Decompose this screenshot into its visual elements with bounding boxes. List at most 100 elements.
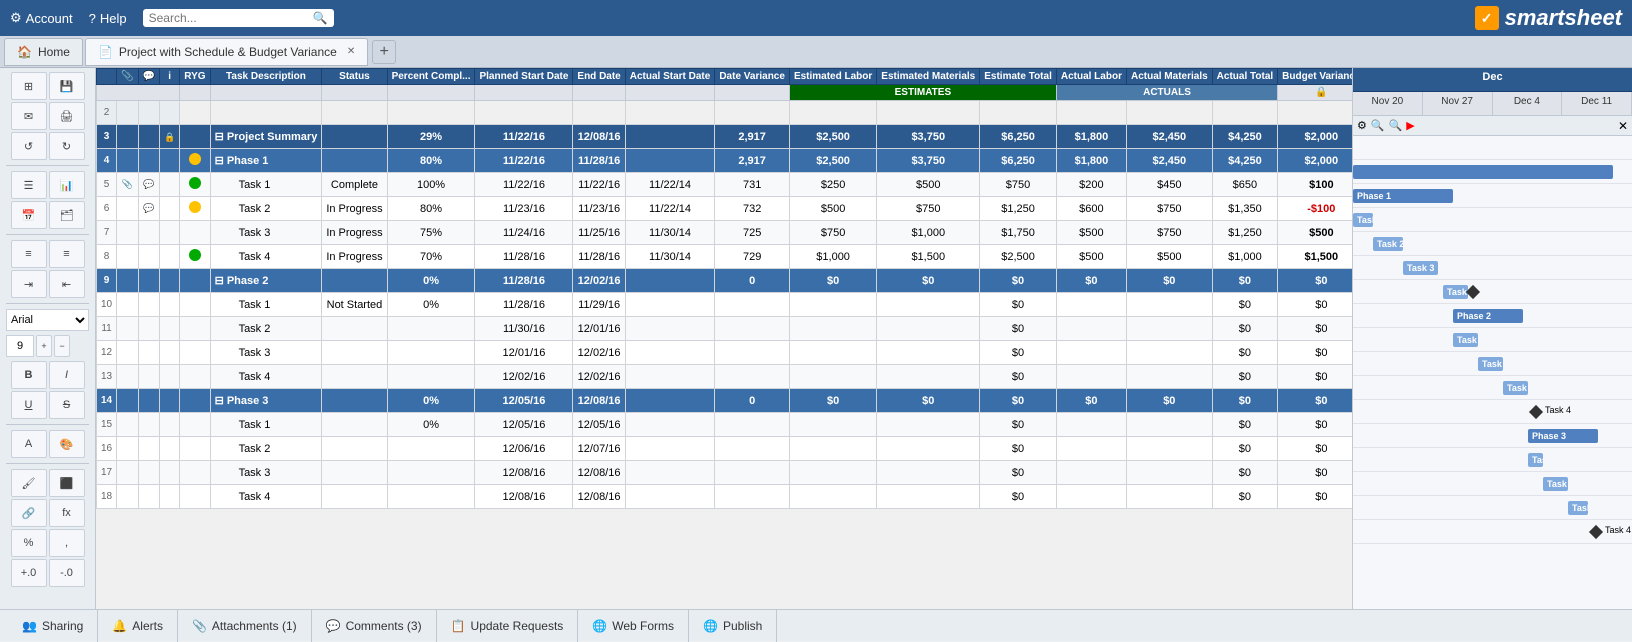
publish-tab[interactable]: 🌐 Publish: [689, 610, 777, 642]
row-task-desc[interactable]: Task 2: [210, 437, 322, 461]
fill-button[interactable]: ⬛: [49, 469, 85, 497]
paint-brush-button[interactable]: 🖌: [11, 469, 47, 497]
row-ryg: [180, 317, 210, 341]
grid-container[interactable]: 📎 💬 i RYG Task Description Status Percen…: [96, 68, 1352, 609]
undo-button[interactable]: ↺: [11, 132, 47, 160]
sharing-tab[interactable]: 👥 Sharing: [8, 610, 98, 642]
decimal-up-button[interactable]: +.0: [11, 559, 47, 587]
table-view-button[interactable]: ☰: [11, 171, 47, 199]
outdent-button[interactable]: ⇤: [49, 270, 85, 298]
row-task-desc[interactable]: Task 1: [210, 173, 322, 197]
row-act-labor: $500: [1056, 245, 1126, 269]
tab-add-button[interactable]: +: [372, 40, 396, 64]
row-lock: [160, 101, 180, 125]
percent-button[interactable]: %: [11, 529, 47, 557]
font-size-input[interactable]: [6, 335, 34, 357]
format-row-3: % ,: [4, 529, 91, 557]
toolbar-row-4: ☰ 📊: [4, 171, 91, 199]
row-task-desc[interactable]: Task 3: [210, 341, 322, 365]
font-select[interactable]: Arial: [6, 309, 89, 331]
link-button[interactable]: 🔗: [11, 499, 47, 527]
comma-button[interactable]: ,: [49, 529, 85, 557]
tab-sheet[interactable]: 📄 Project with Schedule & Budget Varianc…: [85, 38, 368, 66]
underline-button[interactable]: U: [11, 391, 47, 419]
fill-color-button[interactable]: 🎨: [49, 430, 85, 458]
web-forms-tab[interactable]: 🌐 Web Forms: [578, 610, 689, 642]
tab-close-button[interactable]: ✕: [347, 46, 355, 57]
row-est-labor: [789, 461, 876, 485]
row-ryg: [180, 461, 210, 485]
font-size-up[interactable]: +: [36, 335, 52, 357]
row-task-desc[interactable]: [210, 101, 322, 125]
row-comment: [138, 245, 159, 269]
align-left-button[interactable]: ≡: [11, 240, 47, 268]
row-lock: [160, 293, 180, 317]
row-task-desc[interactable]: ⊟ Phase 3: [210, 389, 322, 413]
table-row: 5 📎 💬 Task 1 Complete 100% 11/22/16 11/2…: [97, 173, 1353, 197]
formula-button[interactable]: fx: [49, 499, 85, 527]
row-task-desc[interactable]: Task 3: [210, 461, 322, 485]
card-view-button[interactable]: 🗂: [49, 201, 85, 229]
decimal-down-button[interactable]: -.0: [49, 559, 85, 587]
row-task-desc[interactable]: Task 1: [210, 293, 322, 317]
row-task-desc[interactable]: Task 4: [210, 245, 322, 269]
row-actual-start: [625, 437, 715, 461]
row-act-total: $4,250: [1212, 149, 1277, 173]
row-est-total: $750: [980, 173, 1057, 197]
row-act-labor: [1056, 101, 1126, 125]
update-requests-tab[interactable]: 📋 Update Requests: [437, 610, 579, 642]
gantt-zoom-in-icon[interactable]: 🔍: [1389, 119, 1403, 132]
account-menu[interactable]: ⚙ Account: [10, 10, 73, 26]
row-lock: [160, 197, 180, 221]
font-size-down[interactable]: −: [54, 335, 70, 357]
row-task-desc[interactable]: Task 3: [210, 221, 322, 245]
save-button[interactable]: 💾: [49, 72, 85, 100]
tab-home[interactable]: 🏠 Home: [4, 38, 83, 66]
attachments-tab[interactable]: 📎 Attachments (1): [178, 610, 312, 642]
row-task-desc[interactable]: ⊟ Phase 1: [210, 149, 322, 173]
table-row: 14 ⊟ Phase 3 0% 12/05/16 12/08/16 0 $0 $…: [97, 389, 1353, 413]
search-box[interactable]: 🔍: [143, 9, 334, 27]
row-task-desc[interactable]: ⊟ Phase 2: [210, 269, 322, 293]
alerts-label: Alerts: [132, 619, 163, 633]
grid-view-button[interactable]: ⊞: [11, 72, 47, 100]
row-task-desc[interactable]: ⊟ Project Summary: [210, 125, 322, 149]
search-input[interactable]: [149, 11, 309, 25]
alerts-tab[interactable]: 🔔 Alerts: [98, 610, 178, 642]
print-button[interactable]: 🖨: [49, 102, 85, 130]
redo-button[interactable]: ↻: [49, 132, 85, 160]
format-row-4: +.0 -.0: [4, 559, 91, 587]
gantt-row: Task 1: [1353, 328, 1632, 352]
row-end-date: 11/28/16: [573, 245, 625, 269]
table-header-row-2: ESTIMATES ACTUALS 🔒: [97, 85, 1353, 101]
align-right-button[interactable]: ≡: [49, 240, 85, 268]
indent-button[interactable]: ⇥: [11, 270, 47, 298]
strikethrough-button[interactable]: S: [49, 391, 85, 419]
comments-tab[interactable]: 💬 Comments (3): [312, 610, 437, 642]
row-est-total: $0: [980, 293, 1057, 317]
gantt-view-button[interactable]: 📊: [49, 171, 85, 199]
gantt-settings-icon[interactable]: ⚙: [1357, 119, 1367, 132]
row-task-desc[interactable]: Task 1: [210, 413, 322, 437]
email-button[interactable]: ✉: [11, 102, 47, 130]
gantt-zoom-out-icon[interactable]: 🔍: [1371, 119, 1385, 132]
bold-button[interactable]: B: [11, 361, 47, 389]
row-act-mat: $0: [1126, 269, 1212, 293]
gantt-close-icon[interactable]: ✕: [1618, 119, 1628, 133]
row-task-desc[interactable]: Task 4: [210, 365, 322, 389]
row-task-desc[interactable]: Task 2: [210, 197, 322, 221]
text-color-button[interactable]: A: [11, 430, 47, 458]
italic-button[interactable]: I: [49, 361, 85, 389]
calendar-view-button[interactable]: 📅: [11, 201, 47, 229]
row-end-date: 12/08/16: [573, 485, 625, 509]
row-task-desc[interactable]: Task 4: [210, 485, 322, 509]
help-menu[interactable]: ? Help: [89, 11, 127, 26]
row-task-desc[interactable]: Task 2: [210, 317, 322, 341]
row-ryg: [180, 221, 210, 245]
table-row: 8 Task 4 In Progress 70% 11/28/16 11/28/…: [97, 245, 1353, 269]
row-comment: [138, 461, 159, 485]
ryg-dot: [189, 177, 201, 189]
col-spacer: [97, 85, 180, 101]
gantt-today-icon[interactable]: ▶: [1406, 119, 1414, 132]
gantt-week-nov20: Nov 20: [1353, 92, 1423, 115]
